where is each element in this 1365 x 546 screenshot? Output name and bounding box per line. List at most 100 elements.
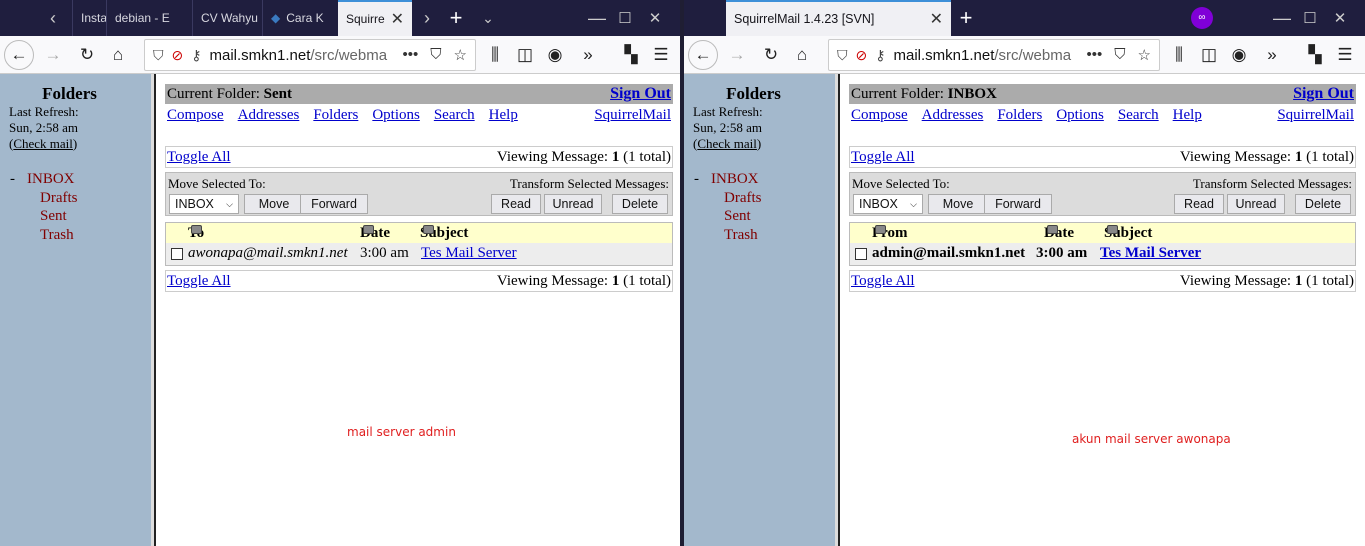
tab[interactable]: debian - E [106,0,192,36]
new-tab-icon[interactable]: + [441,0,471,36]
tab[interactable]: CV Wahyu [192,0,262,36]
key-icon[interactable]: ⚷ [875,47,885,64]
unread-button[interactable]: Unread [1227,194,1285,214]
sign-out-link[interactable]: Sign Out [610,85,671,103]
menu-icon[interactable]: ☰ [1330,40,1360,70]
sign-out-link[interactable]: Sign Out [1293,85,1354,103]
nav-link[interactable]: Search [1118,107,1159,124]
tracking-shield-icon[interactable]: ⛉ [837,47,848,64]
insecure-lock-icon[interactable]: ⊘ [172,47,184,64]
message-checkbox[interactable] [855,248,867,260]
nav-link[interactable]: Addresses [922,107,984,124]
move-folder-select[interactable]: INBOX ⌵ [169,194,239,214]
pocket-icon[interactable]: ⛉ [430,46,441,64]
extensions-icon[interactable]: ▚ [1300,40,1330,70]
page-actions-icon[interactable]: ••• [403,46,419,64]
folder-inbox[interactable]: - INBOX [684,170,835,189]
delete-button[interactable]: Delete [1295,194,1351,214]
folder-item[interactable]: Drafts [684,189,835,208]
library-icon[interactable]: ⫼ [1164,40,1194,70]
home-icon[interactable]: ⌂ [787,40,817,70]
tab-scroll-left-button[interactable]: ‹ [38,0,68,36]
list-tabs-chevron-icon[interactable]: ⌄ [473,0,503,36]
folder-item[interactable]: Trash [0,226,151,245]
message-subject-link[interactable]: Tes Mail Server [421,245,517,262]
bookmark-star-icon[interactable]: ☆ [454,46,467,64]
close-window-icon[interactable]: ✕ [1325,0,1355,36]
tab[interactable]: Squirre ✕ [338,0,412,36]
minimize-icon[interactable]: — [1267,0,1297,36]
toggle-all-link[interactable]: Toggle All [167,149,231,166]
check-mail-link[interactable]: Check mail [13,136,73,151]
nav-link[interactable]: Search [434,107,475,124]
minimize-icon[interactable]: — [582,0,612,36]
new-tab-icon[interactable]: + [951,0,981,36]
back-button[interactable]: ← [688,40,718,70]
page-actions-icon[interactable]: ••• [1087,46,1103,64]
frame-divider[interactable] [151,74,156,546]
frame-divider[interactable] [835,74,840,546]
tab-scroll-right-button[interactable]: › [412,0,442,36]
pocket-icon[interactable]: ⛉ [1114,46,1125,64]
message-checkbox[interactable] [171,248,183,260]
nav-link[interactable]: Folders [997,107,1042,124]
overflow-menu-icon[interactable]: » [573,40,603,70]
collapse-toggle[interactable]: - [10,171,15,187]
nav-link[interactable]: Folders [313,107,358,124]
extensions-icon[interactable]: ▚ [616,40,646,70]
close-tab-icon[interactable]: ✕ [391,9,404,29]
reload-icon[interactable]: ↻ [72,40,102,70]
nav-link[interactable]: Options [372,107,420,124]
close-window-icon[interactable]: ✕ [640,0,670,36]
forward-button[interactable]: Forward [984,194,1052,214]
forward-button[interactable]: Forward [300,194,368,214]
squirrelmail-link[interactable]: SquirrelMail [594,107,671,124]
nav-link[interactable]: Options [1056,107,1104,124]
bookmark-star-icon[interactable]: ☆ [1138,46,1151,64]
maximize-icon[interactable]: ☐ [610,0,640,36]
overflow-menu-icon[interactable]: » [1257,40,1287,70]
folder-item[interactable]: Drafts [0,189,151,208]
tab[interactable]: Install [72,0,106,36]
unread-button[interactable]: Unread [544,194,602,214]
forward-button[interactable]: → [722,40,752,70]
squirrelmail-link[interactable]: SquirrelMail [1277,107,1354,124]
library-icon[interactable]: ⫼ [480,40,510,70]
toggle-all-link[interactable]: Toggle All [851,149,915,166]
message-subject-link[interactable]: Tes Mail Server [1100,245,1201,262]
message-row[interactable]: admin@mail.smkn1.net 3:00 am Tes Mail Se… [850,243,1355,265]
nav-link[interactable]: Compose [851,107,908,124]
sidebar-icon[interactable]: ◫ [1194,40,1224,70]
address-bar[interactable]: ⛉ ⊘ ⚷ mail.smkn1.net/src/webma ••• ⛉ ☆ [144,39,476,71]
folder-item[interactable]: Sent [0,207,151,226]
sidebar-icon[interactable]: ◫ [510,40,540,70]
move-folder-select[interactable]: INBOX ⌵ [853,194,923,214]
folder-inbox[interactable]: - INBOX [0,170,151,189]
menu-icon[interactable]: ☰ [646,40,676,70]
account-icon[interactable]: ◉ [1224,40,1254,70]
account-icon[interactable]: ◉ [540,40,570,70]
check-mail-link[interactable]: Check mail [697,136,757,151]
key-icon[interactable]: ⚷ [191,47,201,64]
nav-link[interactable]: Addresses [238,107,300,124]
back-button[interactable]: ← [4,40,34,70]
nav-link[interactable]: Compose [167,107,224,124]
move-button[interactable]: Move [928,194,988,214]
forward-button[interactable]: → [38,40,68,70]
nav-link[interactable]: Help [1173,107,1202,124]
folder-item[interactable]: Sent [684,207,835,226]
address-bar[interactable]: ⛉ ⊘ ⚷ mail.smkn1.net/src/webma ••• ⛉ ☆ [828,39,1160,71]
nav-link[interactable]: Help [489,107,518,124]
toggle-all-link[interactable]: Toggle All [851,273,915,290]
delete-button[interactable]: Delete [612,194,668,214]
insecure-lock-icon[interactable]: ⊘ [856,47,868,64]
read-button[interactable]: Read [1174,194,1224,214]
close-tab-icon[interactable]: ✕ [930,9,943,29]
toggle-all-link[interactable]: Toggle All [167,273,231,290]
folder-item[interactable]: Trash [684,226,835,245]
home-icon[interactable]: ⌂ [103,40,133,70]
maximize-icon[interactable]: ☐ [1295,0,1325,36]
tracking-shield-icon[interactable]: ⛉ [153,47,164,64]
tab[interactable]: SquirrelMail 1.4.23 [SVN] ✕ [726,0,951,36]
tab[interactable]: ◆ Cara K [262,0,338,36]
